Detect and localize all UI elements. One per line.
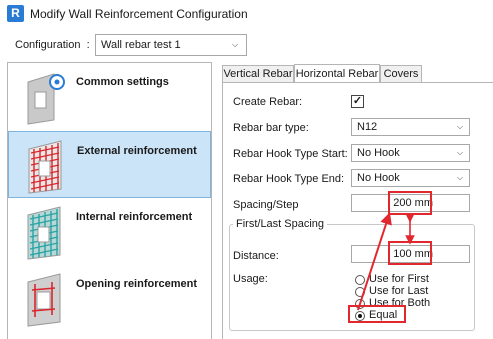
annotation-arrows (357, 212, 415, 311)
arrow-to-spacing (357, 212, 392, 311)
